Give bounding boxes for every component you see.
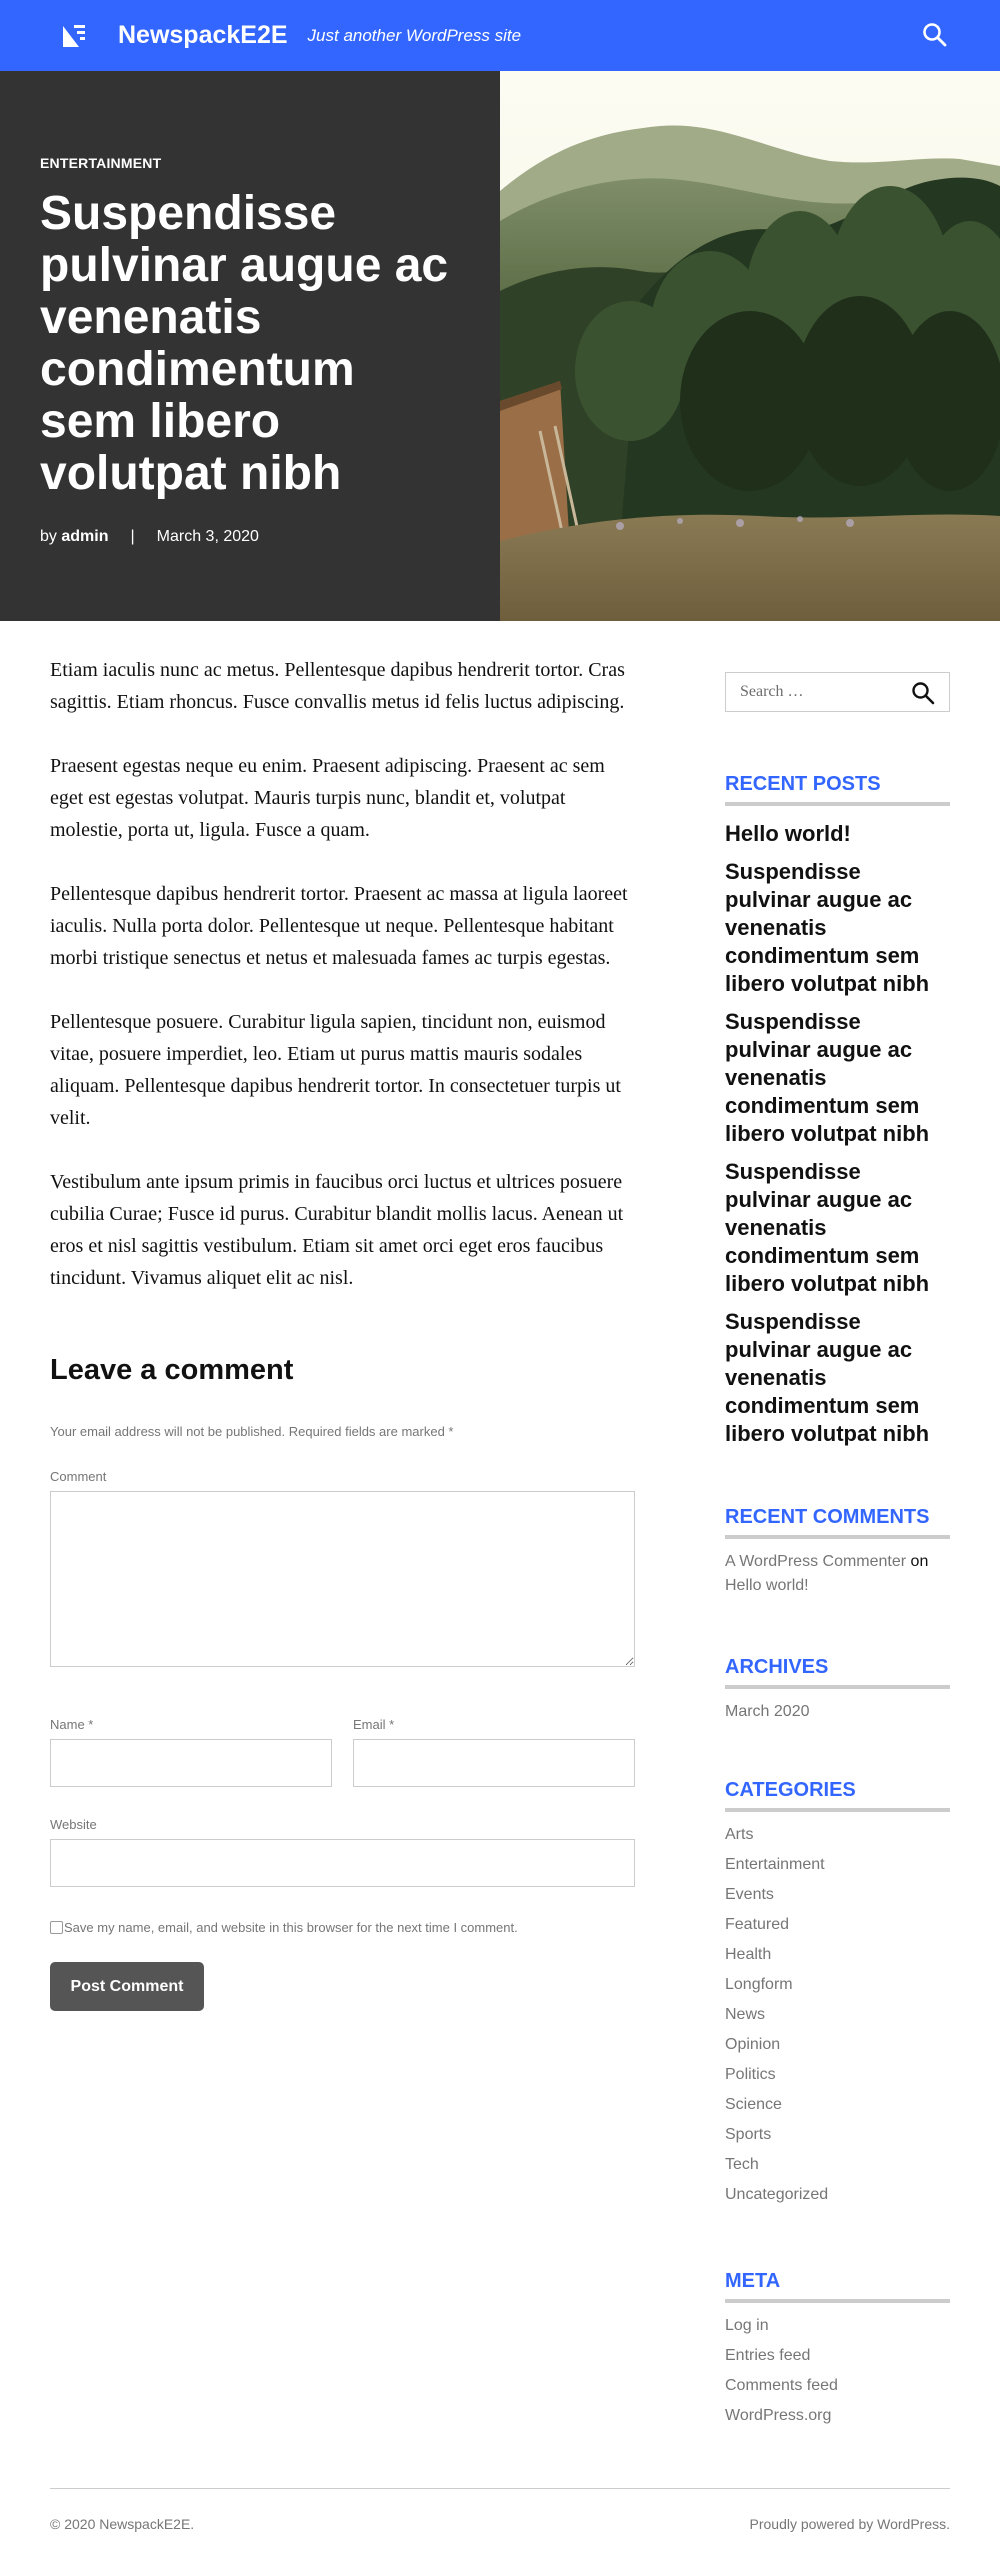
category-link[interactable]: Sports	[725, 2120, 950, 2150]
category-link[interactable]: Science	[725, 2090, 950, 2120]
category-link[interactable]: Events	[725, 1880, 950, 1910]
paragraph: Praesent egestas neque eu enim. Praesent…	[50, 755, 605, 841]
sidebar: Search … RECENT POSTS Hello world! Suspe…	[725, 621, 950, 2431]
post-title: Suspendisse pulvinar augue ac venenatis …	[40, 187, 449, 500]
recent-post-link[interactable]: Suspendisse pulvinar augue ac venenatis …	[725, 1308, 950, 1448]
sidebar-search-input[interactable]: Search …	[725, 672, 950, 712]
search-icon[interactable]	[922, 22, 948, 48]
category-link[interactable]: Arts	[725, 1820, 950, 1850]
name-field-group: Name *	[50, 1717, 332, 1787]
widget-title: RECENT POSTS	[725, 773, 950, 806]
category-link[interactable]: ENTERTAINMENT	[40, 155, 460, 171]
meta-link[interactable]: Entries feed	[725, 2341, 950, 2371]
site-header: NewspackE2E Just another WordPress site	[0, 0, 1000, 71]
email-field-group: Email *	[353, 1717, 635, 1787]
recent-post-link[interactable]: Hello world!	[725, 820, 950, 848]
paragraph: Pellentesque posuere. Curabitur ligula s…	[50, 1011, 621, 1129]
main-content: Etiam iaculis nunc ac metus. Pellentesqu…	[50, 621, 635, 2431]
category-link[interactable]: Opinion	[725, 2030, 950, 2060]
post-comment-button[interactable]: Post Comment	[50, 1962, 204, 2011]
category-link[interactable]: Featured	[725, 1910, 950, 1940]
meta-widget: META Log in Entries feed Comments feed W…	[725, 2270, 950, 2431]
category-link[interactable]: Uncategorized	[725, 2180, 950, 2210]
name-email-row: Name * Email *	[50, 1717, 635, 1787]
newspack-logo-icon[interactable]	[60, 22, 88, 50]
site-footer: © 2020 NewspackE2E. Proudly powered by W…	[50, 2488, 950, 2550]
comment-author-link[interactable]: A WordPress Commenter	[725, 1553, 906, 1570]
name-label: Name *	[50, 1717, 94, 1732]
meta-link[interactable]: WordPress.org	[725, 2401, 950, 2431]
comment-label: Comment	[50, 1469, 107, 1484]
archive-list: March 2020	[725, 1697, 950, 1727]
website-label: Website	[50, 1817, 97, 1832]
author-link[interactable]: admin	[61, 528, 108, 545]
featured-image	[500, 71, 1000, 621]
widget-title: CATEGORIES	[725, 1779, 950, 1812]
recent-posts-widget: RECENT POSTS Hello world! Suspendisse pu…	[725, 773, 950, 1448]
post-date[interactable]: March 3, 2020	[157, 528, 259, 546]
byline: by admin	[40, 528, 108, 546]
meta-link[interactable]: Comments feed	[725, 2371, 950, 2401]
comment-form-title: Leave a comment	[50, 1354, 294, 1386]
recent-comment: A WordPress Commenter on Hello world!	[725, 1550, 950, 1598]
recent-post-link[interactable]: Suspendisse pulvinar augue ac venenatis …	[725, 1158, 950, 1298]
category-link[interactable]: Health	[725, 1940, 950, 1970]
widget-title: ARCHIVES	[725, 1656, 950, 1689]
byline-prefix: by	[40, 528, 57, 545]
search-placeholder: Search …	[740, 683, 804, 700]
hero-text-panel: ENTERTAINMENT Suspendisse pulvinar augue…	[0, 71, 500, 621]
copyright: © 2020 NewspackE2E.	[50, 2516, 195, 2532]
content-area: Etiam iaculis nunc ac metus. Pellentesqu…	[0, 621, 1000, 2431]
comment-notes: Your email address will not be published…	[50, 1424, 454, 1439]
consent-checkbox[interactable]	[50, 1921, 63, 1934]
paragraph: Vestibulum ante ipsum primis in faucibus…	[50, 1171, 624, 1289]
consent-row: Save my name, email, and website in this…	[50, 1920, 635, 1935]
comment-post-link[interactable]: Hello world!	[725, 1577, 809, 1594]
email-field[interactable]	[353, 1739, 635, 1787]
name-field[interactable]	[50, 1739, 332, 1787]
hero: ENTERTAINMENT Suspendisse pulvinar augue…	[0, 71, 1000, 621]
comment-textarea[interactable]	[50, 1491, 635, 1667]
post-meta: by admin | March 3, 2020	[40, 528, 460, 546]
category-link[interactable]: Politics	[725, 2060, 950, 2090]
consent-label: Save my name, email, and website in this…	[64, 1920, 518, 1935]
recent-post-link[interactable]: Suspendisse pulvinar augue ac venenatis …	[725, 1008, 950, 1148]
meta-separator: |	[130, 528, 135, 545]
website-field[interactable]	[50, 1839, 635, 1887]
category-list: Arts Entertainment Events Featured Healt…	[725, 1820, 950, 2210]
recent-post-link[interactable]: Suspendisse pulvinar augue ac venenatis …	[725, 858, 950, 998]
paragraph: Etiam iaculis nunc ac metus. Pellentesqu…	[50, 659, 625, 713]
comment-form: Leave a comment Your email address will …	[50, 1354, 635, 2011]
categories-widget: CATEGORIES Arts Entertainment Events Fea…	[725, 1779, 950, 2210]
website-field-group: Website	[50, 1817, 635, 1887]
category-link[interactable]: Tech	[725, 2150, 950, 2180]
category-link[interactable]: News	[725, 2000, 950, 2030]
search-icon[interactable]	[911, 681, 935, 705]
recent-comments-widget: RECENT COMMENTS A WordPress Commenter on…	[725, 1506, 950, 1598]
comment-on-text: on	[910, 1553, 929, 1570]
widget-title: META	[725, 2270, 950, 2303]
archives-widget: ARCHIVES March 2020	[725, 1656, 950, 1727]
site-title[interactable]: NewspackE2E	[118, 21, 288, 50]
archive-link[interactable]: March 2020	[725, 1697, 950, 1727]
meta-link[interactable]: Log in	[725, 2311, 950, 2341]
powered-by-link[interactable]: Proudly powered by WordPress.	[750, 2516, 951, 2550]
post-body: Etiam iaculis nunc ac metus. Pellentesqu…	[50, 621, 635, 1294]
paragraph: Pellentesque dapibus hendrerit tortor. P…	[50, 883, 628, 969]
widget-title: RECENT COMMENTS	[725, 1506, 950, 1539]
email-label: Email *	[353, 1717, 395, 1732]
category-link[interactable]: Longform	[725, 1970, 950, 2000]
meta-list: Log in Entries feed Comments feed WordPr…	[725, 2311, 950, 2431]
site-tagline: Just another WordPress site	[307, 25, 522, 45]
category-link[interactable]: Entertainment	[725, 1850, 950, 1880]
